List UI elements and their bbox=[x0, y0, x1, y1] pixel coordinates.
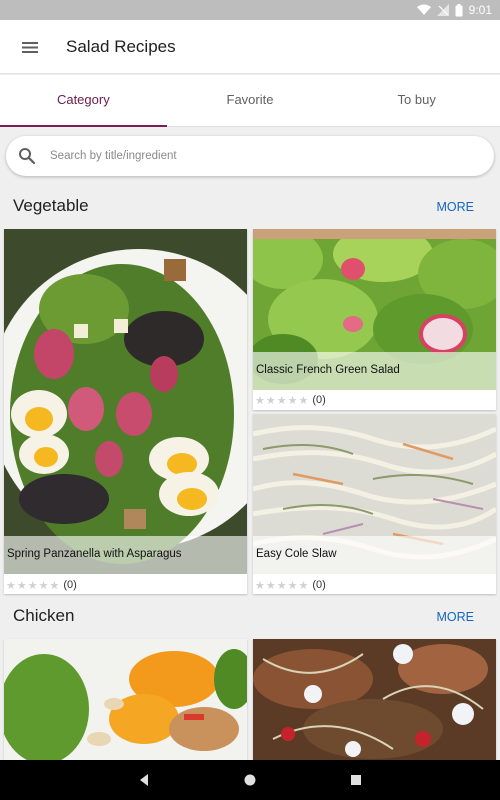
app-bar: Salad Recipes bbox=[0, 20, 500, 74]
signal-icon bbox=[436, 4, 449, 16]
more-button[interactable]: MORE bbox=[437, 610, 475, 624]
recipe-title: Classic French Green Salad bbox=[256, 364, 400, 376]
search-icon bbox=[19, 148, 36, 165]
section-header-vegetable: Vegetable MORE bbox=[0, 188, 500, 228]
battery-icon bbox=[455, 3, 463, 16]
section-title: Vegetable bbox=[13, 196, 89, 215]
recipe-rating: ★★★★★ (0) bbox=[6, 576, 77, 594]
search-input[interactable] bbox=[50, 150, 450, 162]
rating-count: (0) bbox=[312, 579, 326, 591]
tab-bar: Category Favorite To buy bbox=[0, 75, 500, 127]
section-title: Chicken bbox=[13, 606, 75, 625]
status-bar: 9:01 bbox=[0, 0, 500, 20]
recipe-image bbox=[253, 639, 496, 760]
recipe-rating: ★★★★★ (0) bbox=[255, 576, 326, 594]
recipe-caption: Easy Cole Slaw bbox=[253, 536, 496, 574]
app-title: Salad Recipes bbox=[66, 37, 176, 56]
recipe-rating: ★★★★★ (0) bbox=[255, 391, 326, 409]
more-button[interactable]: MORE bbox=[437, 200, 475, 214]
recipe-image bbox=[4, 639, 247, 760]
tab-favorite[interactable]: Favorite bbox=[167, 75, 334, 126]
star-rating-icon: ★★★★★ bbox=[255, 394, 310, 407]
home-icon[interactable] bbox=[242, 772, 258, 788]
recents-icon[interactable] bbox=[348, 772, 364, 788]
recipe-card[interactable]: Easy Cole Slaw ★★★★★ (0) bbox=[253, 414, 496, 594]
wifi-icon bbox=[416, 4, 431, 15]
tab-to-buy[interactable]: To buy bbox=[333, 75, 500, 126]
recipe-card[interactable]: Spring Panzanella with Asparagus ★★★★★ (… bbox=[4, 229, 247, 594]
back-icon[interactable] bbox=[136, 772, 152, 788]
section-header-chicken: Chicken MORE bbox=[0, 598, 500, 638]
tab-category[interactable]: Category bbox=[0, 75, 167, 127]
recipe-card[interactable]: Classic French Green Salad ★★★★★ (0) bbox=[253, 229, 496, 410]
navigation-bar bbox=[0, 760, 500, 800]
rating-count: (0) bbox=[63, 579, 77, 591]
star-rating-icon: ★★★★★ bbox=[6, 579, 61, 592]
menu-icon[interactable] bbox=[20, 39, 40, 55]
recipe-caption: Classic French Green Salad bbox=[253, 352, 496, 390]
star-rating-icon: ★★★★★ bbox=[255, 579, 310, 592]
recipe-caption: Spring Panzanella with Asparagus bbox=[4, 536, 247, 574]
recipe-title: Spring Panzanella with Asparagus bbox=[7, 548, 182, 560]
status-time: 9:01 bbox=[468, 3, 492, 17]
recipe-card[interactable] bbox=[253, 639, 496, 760]
recipe-title: Easy Cole Slaw bbox=[256, 548, 337, 560]
rating-count: (0) bbox=[312, 394, 326, 406]
search-bar[interactable] bbox=[6, 136, 494, 176]
recipe-image bbox=[4, 229, 247, 574]
recipe-card[interactable] bbox=[4, 639, 247, 760]
status-icons: 9:01 bbox=[416, 2, 492, 18]
